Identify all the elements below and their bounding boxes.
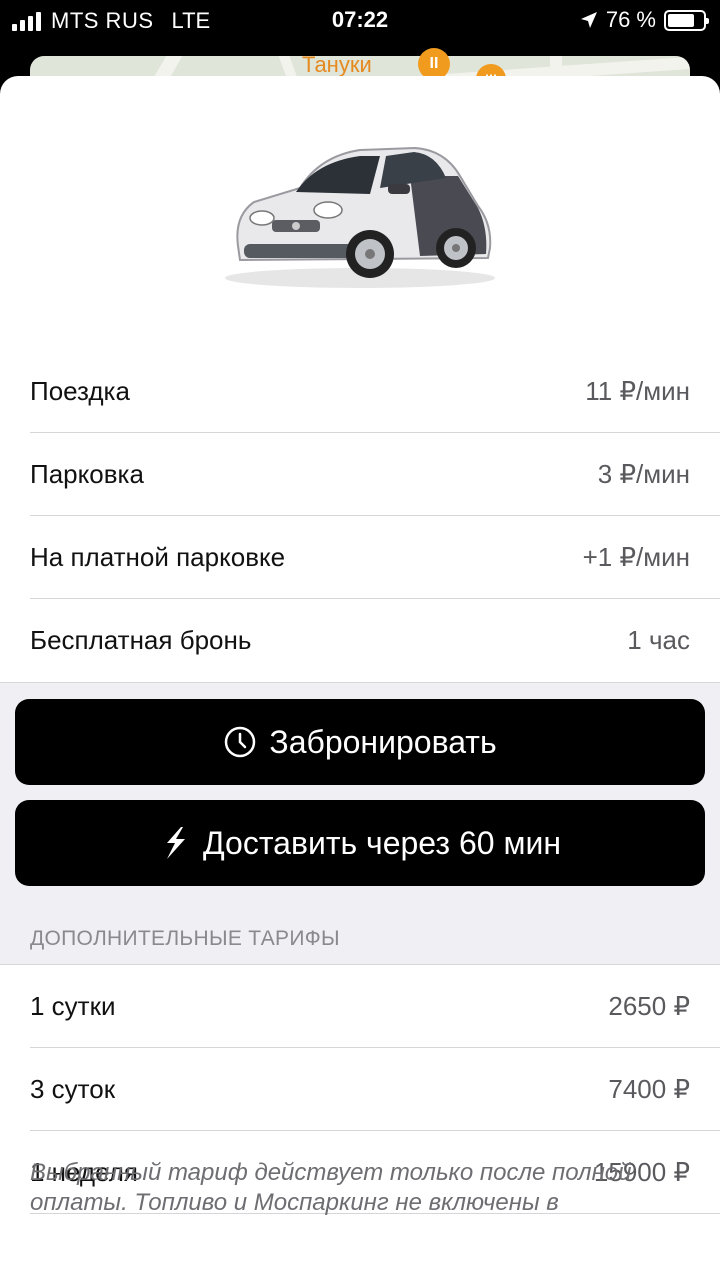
book-button[interactable]: Забронировать — [15, 699, 705, 785]
status-bar: MTS RUS LTE 07:22 76 % — [0, 0, 720, 40]
extra-tariff-price: 2650 ₽ — [608, 990, 690, 1021]
extra-tariff-label: 3 суток — [30, 1073, 116, 1104]
tariff-value: 3 ₽/мин — [597, 458, 690, 489]
map-place-label: Тануки — [302, 52, 372, 77]
car-image — [210, 136, 510, 296]
status-right: 76 % — [580, 7, 709, 33]
tariff-label: На платной парковке — [30, 541, 286, 572]
actions-area: Забронировать Доставить через 60 мин ДОП… — [0, 682, 720, 964]
lightning-icon — [167, 827, 186, 859]
tariff-value: 11 ₽/мин — [585, 375, 690, 406]
deliver-button-label: Доставить через 60 мин — [203, 824, 561, 861]
section-header: ДОПОЛНИТЕЛЬНЫЕ ТАРИФЫ — [30, 927, 340, 950]
tariff-row-parking: Парковка 3 ₽/мин — [30, 433, 720, 516]
tariff-label: Поездка — [30, 375, 130, 406]
extra-tariff-row[interactable]: 3 суток 7400 ₽ — [30, 1048, 720, 1131]
tariff-footnote: Выбранный тариф действует только после п… — [30, 1159, 632, 1216]
screen: MTS RUS LTE 07:22 76 % Тануки II Ψ — [0, 0, 720, 1280]
deliver-button[interactable]: Доставить через 60 мин — [15, 800, 705, 886]
tariff-value: 1 час — [627, 625, 690, 655]
extra-tariff-price: 7400 ₽ — [608, 1073, 690, 1104]
extra-tariff-label: 1 сутки — [30, 990, 116, 1021]
tariff-row-paid-parking: На платной парковке +1 ₽/мин — [30, 516, 720, 599]
tariff-row-trip: Поездка 11 ₽/мин — [30, 350, 720, 433]
tariff-list: Поездка 11 ₽/мин Парковка 3 ₽/мин На пла… — [0, 350, 720, 682]
extra-tariff-row[interactable]: 1 сутки 2650 ₽ — [30, 965, 720, 1048]
clock-icon — [225, 726, 256, 758]
car-details-sheet: Поездка 11 ₽/мин Парковка 3 ₽/мин На пла… — [0, 76, 720, 1280]
battery-percent: 76 % — [605, 7, 656, 32]
tariff-label: Бесплатная бронь — [30, 625, 252, 655]
tariff-value: +1 ₽/мин — [582, 541, 690, 572]
book-button-label: Забронировать — [269, 723, 497, 760]
tariff-label: Парковка — [30, 458, 144, 489]
battery-icon — [664, 9, 709, 31]
location-arrow-icon — [580, 12, 597, 28]
tariff-row-free-booking: Бесплатная бронь 1 час — [30, 599, 720, 682]
